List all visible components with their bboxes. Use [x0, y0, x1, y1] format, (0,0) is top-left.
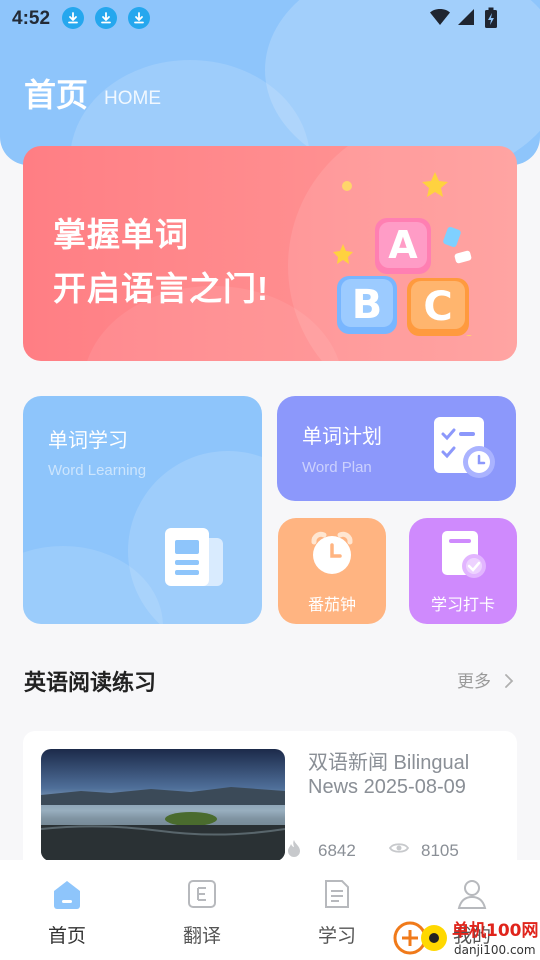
tab-study[interactable]: 学习: [297, 878, 377, 948]
block-a: A: [388, 223, 418, 267]
book-icon: [165, 528, 223, 586]
news-title: 双语新闻 Bilingual News 2025-08-09: [308, 752, 470, 798]
views-count: 8105: [421, 841, 459, 860]
reading-section-title: 英语阅读练习: [24, 670, 157, 695]
more-link[interactable]: 更多: [457, 667, 514, 692]
banner-tagline: 开启语言之门!: [53, 270, 269, 307]
word-plan-subtitle: Word Plan: [302, 459, 372, 476]
watermark-url: danji100.com: [454, 943, 536, 957]
plan-calendar-icon: [434, 417, 495, 478]
banner-headline: 掌握单词: [53, 216, 189, 253]
tab-home-label: 首页: [47, 926, 86, 947]
study-checkin-card[interactable]: 学习打卡: [409, 518, 517, 624]
tomato-clock-card[interactable]: 番茄钟: [278, 518, 386, 624]
study-icon: [325, 880, 349, 908]
word-plan-card[interactable]: 单词计划 Word Plan: [277, 396, 516, 501]
download-icon: [128, 7, 150, 29]
promo-banner[interactable]: 掌握单词 开启语言之门! A B C: [23, 146, 517, 361]
block-b: B: [352, 282, 383, 328]
abc-blocks-illustration: A B C: [333, 172, 472, 336]
tab-translate[interactable]: 翻译: [162, 878, 242, 948]
word-learning-title: 单词学习: [48, 430, 128, 452]
watermark: 单机100网 danji100.com: [392, 912, 540, 960]
tab-home[interactable]: 首页: [27, 878, 107, 948]
word-learning-card[interactable]: 单词学习 Word Learning: [23, 396, 262, 624]
page-subtitle: HOME: [104, 88, 161, 109]
app-screen: 4:52 首页 HOME 掌握单词 开启语言之门! A B C 单词学习 Wor…: [0, 0, 540, 960]
status-bar: 4:52: [0, 0, 540, 36]
alarm-clock-icon: [311, 531, 353, 574]
profile-icon: [457, 880, 487, 909]
word-learning-subtitle: Word Learning: [48, 462, 147, 479]
flame-icon: [288, 840, 300, 857]
status-time: 4:52: [12, 8, 51, 29]
news-article-card[interactable]: 双语新闻 Bilingual News 2025-08-09 6842 8105: [23, 731, 517, 871]
home-icon: [54, 881, 80, 909]
page-title: 首页: [24, 77, 89, 113]
tab-study-label: 学习: [317, 926, 356, 947]
svg-text:单机100网: 单机100网: [452, 920, 539, 941]
more-label: 更多: [457, 672, 491, 691]
eye-icon: [389, 843, 409, 853]
battery-icon: [484, 7, 498, 34]
likes-count: 6842: [318, 841, 356, 860]
news-thumbnail: [41, 749, 285, 861]
download-icon: [95, 7, 117, 29]
study-checkin-label: 学习打卡: [430, 597, 495, 614]
download-icon: [62, 7, 84, 29]
word-plan-title: 单词计划: [302, 426, 382, 448]
translate-icon: [188, 880, 216, 908]
tab-translate-label: 翻译: [182, 926, 221, 947]
chevron-right-icon: [504, 674, 514, 688]
tomato-clock-label: 番茄钟: [307, 597, 356, 614]
checkin-icon: [442, 531, 486, 578]
signal-icon: [456, 7, 476, 32]
wifi-icon: [429, 7, 451, 32]
block-c: C: [423, 284, 452, 330]
